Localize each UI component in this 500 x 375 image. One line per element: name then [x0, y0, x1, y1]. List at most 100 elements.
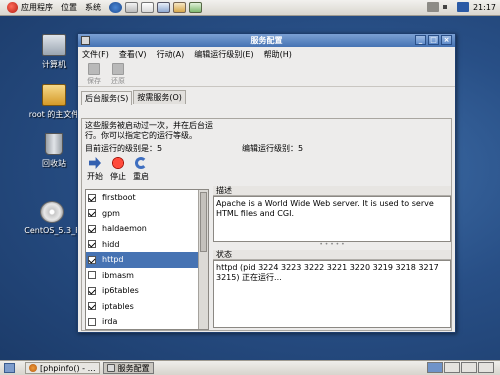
top-panel: 应用程序 位置 系统 21:17 — [0, 0, 500, 16]
system-menu-label: 系统 — [85, 3, 101, 12]
service-enabled-checkbox[interactable] — [88, 224, 96, 233]
show-desktop-icon[interactable] — [4, 363, 15, 373]
redhat-logo-icon — [7, 2, 18, 13]
restart-label: 重启 — [133, 172, 149, 181]
service-name: ibmasm — [102, 270, 134, 280]
writer-launcher-icon[interactable] — [157, 2, 170, 13]
service-enabled-checkbox[interactable] — [88, 255, 96, 264]
tab-bar: 后台服务(S) 按需服务(O) — [78, 90, 455, 105]
desktop-icon-label: CentOS_5.3_F — [24, 226, 80, 235]
service-name: hidd — [102, 239, 120, 249]
home-folder-icon — [42, 84, 66, 106]
service-name: ip6tables — [102, 286, 139, 296]
presentation-launcher-icon[interactable] — [173, 2, 186, 13]
menu-actions[interactable]: 行动(A) — [157, 49, 185, 60]
applications-menu-label: 应用程序 — [21, 3, 53, 12]
service-row[interactable]: httpd — [86, 252, 208, 268]
details-pane: 描述 Apache is a World Wide Web server. It… — [213, 186, 451, 331]
stop-label: 停止 — [110, 172, 126, 181]
menu-help[interactable]: 帮助(H) — [264, 49, 292, 60]
network-icon[interactable] — [426, 2, 439, 12]
service-row[interactable]: irda — [86, 314, 208, 329]
service-enabled-checkbox[interactable] — [88, 193, 96, 202]
clock[interactable]: 21:17 — [473, 3, 496, 12]
save-button[interactable]: 保存 — [82, 61, 106, 86]
service-name: httpd — [102, 255, 124, 265]
taskbar-item-service-config[interactable]: 服务配置 — [102, 362, 154, 374]
status-text-box[interactable]: httpd (pid 3224 3223 3222 3221 3220 3219… — [213, 260, 451, 328]
workspace-3[interactable] — [461, 362, 477, 373]
service-config-window: 服务配置 _ □ × 文件(F) 查看(V) 行动(A) 编辑运行级别(E) 帮… — [77, 33, 456, 333]
email-launcher-icon[interactable] — [125, 2, 138, 13]
background-services-panel: 这些服务被启动过一次，并在后台运行。你可以指定它的运行等级。 目前运行的级别是：… — [81, 118, 452, 331]
system-menu[interactable]: 系统 — [81, 0, 105, 16]
restart-icon — [135, 157, 147, 169]
taskbar-item-label: [phpinfo() - … — [40, 363, 96, 373]
minimize-icon[interactable]: _ — [415, 35, 426, 45]
service-row[interactable]: ibmasm — [86, 268, 208, 284]
service-name: irda — [102, 317, 118, 327]
service-enabled-checkbox[interactable] — [88, 240, 96, 249]
service-list-scrollbar[interactable] — [198, 190, 208, 329]
tab-on-demand-services[interactable]: 按需服务(O) — [133, 90, 186, 104]
trash-icon — [45, 133, 63, 155]
workspace-switcher — [427, 362, 494, 373]
service-row[interactable]: ip6tables — [86, 283, 208, 299]
close-icon[interactable]: × — [441, 35, 452, 45]
scrollbar-thumb[interactable] — [200, 192, 207, 252]
service-row[interactable]: hidd — [86, 237, 208, 253]
menu-view[interactable]: 查看(V) — [119, 49, 147, 60]
workspace-2[interactable] — [444, 362, 460, 373]
restart-service-button[interactable]: 重启 — [131, 157, 151, 182]
service-row[interactable]: iptables — [86, 299, 208, 315]
service-enabled-checkbox[interactable] — [88, 302, 96, 311]
menu-file[interactable]: 文件(F) — [82, 49, 109, 60]
window-titlebar[interactable]: 服务配置 _ □ × — [78, 34, 455, 47]
stop-icon — [112, 157, 124, 169]
save-label: 保存 — [87, 77, 101, 85]
input-method-icon[interactable] — [456, 2, 469, 12]
tab-background-services[interactable]: 后台服务(S) — [81, 91, 133, 105]
applications-menu[interactable]: 应用程序 — [3, 0, 57, 16]
service-enabled-checkbox[interactable] — [88, 286, 96, 295]
desktop-icon-dvd[interactable]: CentOS_5.3_F — [20, 201, 84, 235]
volume-icon[interactable] — [442, 2, 453, 12]
start-service-button[interactable]: 开始 — [85, 157, 105, 182]
service-name: haldaemon — [102, 224, 147, 234]
browser-launcher-icon[interactable] — [109, 2, 122, 13]
editing-runlevel: 编辑运行级别：5 — [242, 144, 304, 153]
service-row[interactable]: firstboot — [86, 190, 208, 206]
save-icon — [88, 63, 100, 75]
service-row[interactable]: haldaemon — [86, 221, 208, 237]
window-title: 服务配置 — [250, 36, 283, 45]
description-heading: 描述 — [213, 186, 451, 196]
description-text-box[interactable]: Apache is a World Wide Web server. It is… — [213, 196, 451, 242]
system-tray: 21:17 — [426, 2, 496, 12]
current-runlevel: 目前运行的级别是：5 — [85, 144, 163, 153]
spreadsheet-launcher-icon[interactable] — [189, 2, 202, 13]
window-app-icon[interactable] — [81, 36, 90, 45]
pane-splitter[interactable]: • • • • • — [213, 242, 451, 250]
start-arrow-icon — [89, 157, 101, 169]
revert-label: 还原 — [111, 77, 125, 85]
service-enabled-checkbox[interactable] — [88, 317, 96, 326]
stop-service-button[interactable]: 停止 — [108, 157, 128, 182]
workspace-4[interactable] — [478, 362, 494, 373]
service-name: iptables — [102, 301, 134, 311]
places-menu[interactable]: 位置 — [57, 0, 81, 16]
service-name: firstboot — [102, 193, 136, 203]
workspace-1[interactable] — [427, 362, 443, 373]
taskbar-item-browser[interactable]: [phpinfo() - … — [25, 362, 100, 374]
menu-edit-runlevel[interactable]: 编辑运行级别(E) — [194, 49, 253, 60]
service-list: firstboot gpm haldaemon hidd httpd ibmasm ip6t… — [85, 189, 209, 330]
description-text: Apache is a World Wide Web server. It is… — [216, 199, 434, 218]
revert-button[interactable]: 还原 — [106, 61, 130, 86]
maximize-icon[interactable]: □ — [428, 35, 439, 45]
browser-task-icon — [29, 364, 37, 372]
notes-launcher-icon[interactable] — [141, 2, 154, 13]
service-row[interactable]: gpm — [86, 206, 208, 222]
service-action-toolbar: 开始 停止 重启 — [85, 157, 151, 182]
window-task-icon — [106, 364, 115, 372]
service-enabled-checkbox[interactable] — [88, 271, 96, 280]
service-enabled-checkbox[interactable] — [88, 209, 96, 218]
